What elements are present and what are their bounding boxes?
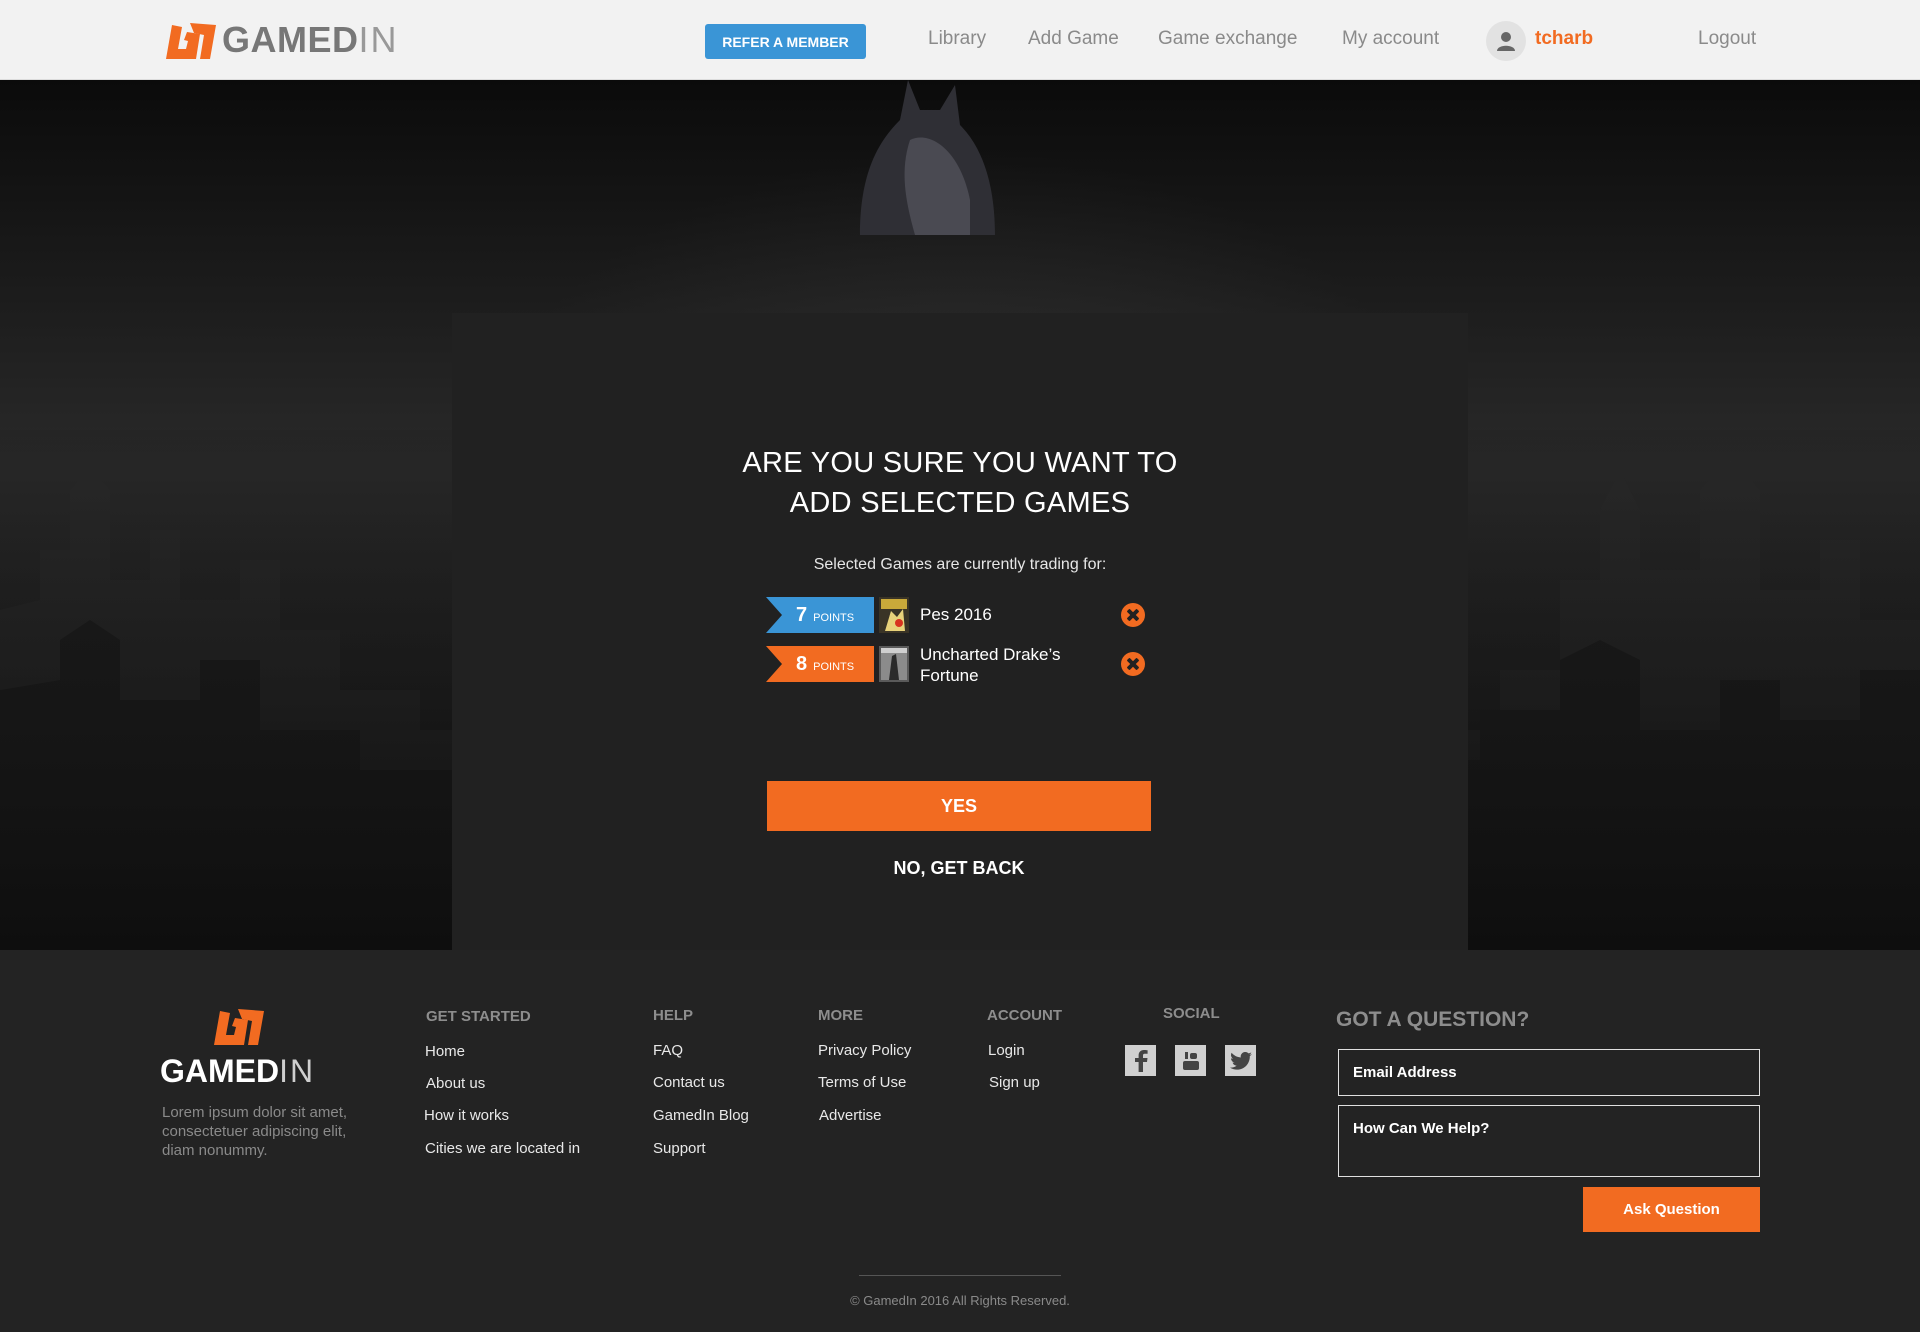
user-icon (1497, 32, 1515, 51)
points-ribbon: 7 POINTS (766, 597, 874, 633)
selected-game-row: 7 POINTS Pes 2016 (766, 597, 1156, 633)
hero-background: ARE YOU SURE YOU WANT TO ADD SELECTED GA… (0, 80, 1920, 950)
dialog-subtitle: Selected Games are currently trading for… (813, 556, 1107, 573)
footer-heading-help: HELP (653, 1007, 694, 1024)
footer-link-advertise[interactable]: Advertise (819, 1107, 882, 1124)
footer-heading-get-started: GET STARTED (426, 1008, 531, 1025)
logo-wordmark: GAMEDIN (160, 1053, 316, 1089)
dialog-title: ARE YOU SURE YOU WANT TO ADD SELECTED GA… (742, 447, 1178, 519)
question-heading: GOT A QUESTION? (1336, 1008, 1530, 1031)
question-textarea[interactable] (1338, 1105, 1760, 1177)
nav-game-exchange[interactable]: Game exchange (1158, 28, 1297, 50)
footer-link-support[interactable]: Support (653, 1140, 706, 1157)
yes-button[interactable]: YES (767, 781, 1151, 831)
refer-member-button[interactable]: REFER A MEMBER (705, 24, 866, 59)
points-ribbon: 8 POINTS (766, 646, 874, 682)
nav-library[interactable]: Library (928, 28, 986, 50)
game-cover-thumbnail (879, 646, 909, 682)
youtube-icon[interactable] (1175, 1045, 1206, 1076)
game-cover-thumbnail (879, 597, 909, 633)
email-field[interactable] (1338, 1049, 1760, 1096)
facebook-icon[interactable] (1125, 1045, 1156, 1076)
logo-wordmark: GAMEDIN (222, 19, 399, 60)
logo-mark-icon (166, 23, 216, 59)
footer-link-about[interactable]: About us (426, 1075, 485, 1092)
footer-link-blog[interactable]: GamedIn Blog (653, 1107, 749, 1124)
footer-link-how-it-works[interactable]: How it works (424, 1107, 509, 1124)
selected-game-row: 8 POINTS Uncharted Drake’s Fortune (766, 645, 1156, 685)
add-games-confirm-dialog: ARE YOU SURE YOU WANT TO ADD SELECTED GA… (452, 313, 1468, 950)
game-title: Uncharted Drake’s Fortune (920, 645, 1061, 685)
site-footer: GAMEDIN Lorem ipsum dolor sit amet, cons… (0, 950, 1920, 1332)
ask-question-button[interactable]: Ask Question (1583, 1187, 1760, 1232)
footer-link-privacy[interactable]: Privacy Policy (818, 1042, 911, 1059)
top-navbar: GAMEDIN REFER A MEMBER Library Add Game … (0, 0, 1920, 80)
footer-description: Lorem ipsum dolor sit amet, consectetuer… (162, 1104, 348, 1159)
footer-link-signup[interactable]: Sign up (989, 1074, 1040, 1091)
gamedin-logo[interactable]: GAMEDIN (160, 19, 399, 60)
remove-game-icon[interactable] (1121, 603, 1145, 627)
no-get-back-button[interactable]: NO, GET BACK (767, 858, 1151, 888)
footer-link-terms[interactable]: Terms of Use (818, 1074, 906, 1091)
twitter-icon[interactable] (1225, 1045, 1256, 1076)
nav-add-game[interactable]: Add Game (1028, 28, 1119, 50)
footer-heading-account: ACCOUNT (987, 1007, 1062, 1024)
footer-divider (859, 1275, 1061, 1276)
footer-link-login[interactable]: Login (988, 1042, 1025, 1059)
footer-link-cities[interactable]: Cities we are located in (425, 1140, 580, 1157)
character-helmet-graphic (860, 80, 995, 235)
remove-game-icon[interactable] (1121, 652, 1145, 676)
user-avatar[interactable] (1486, 21, 1526, 61)
nav-my-account[interactable]: My account (1342, 28, 1439, 50)
logout-link[interactable]: Logout (1698, 28, 1756, 50)
footer-link-home[interactable]: Home (425, 1043, 465, 1060)
footer-link-faq[interactable]: FAQ (653, 1042, 683, 1059)
footer-link-contact[interactable]: Contact us (653, 1074, 725, 1091)
username-link[interactable]: tcharb (1535, 28, 1593, 50)
logo-mark-icon (214, 1009, 264, 1045)
game-title: Pes 2016 (920, 605, 992, 624)
footer-heading-social: SOCIAL (1163, 1005, 1220, 1022)
footer-heading-more: MORE (818, 1007, 863, 1024)
copyright-text: © GamedIn 2016 All Rights Reserved. (850, 1293, 1070, 1308)
